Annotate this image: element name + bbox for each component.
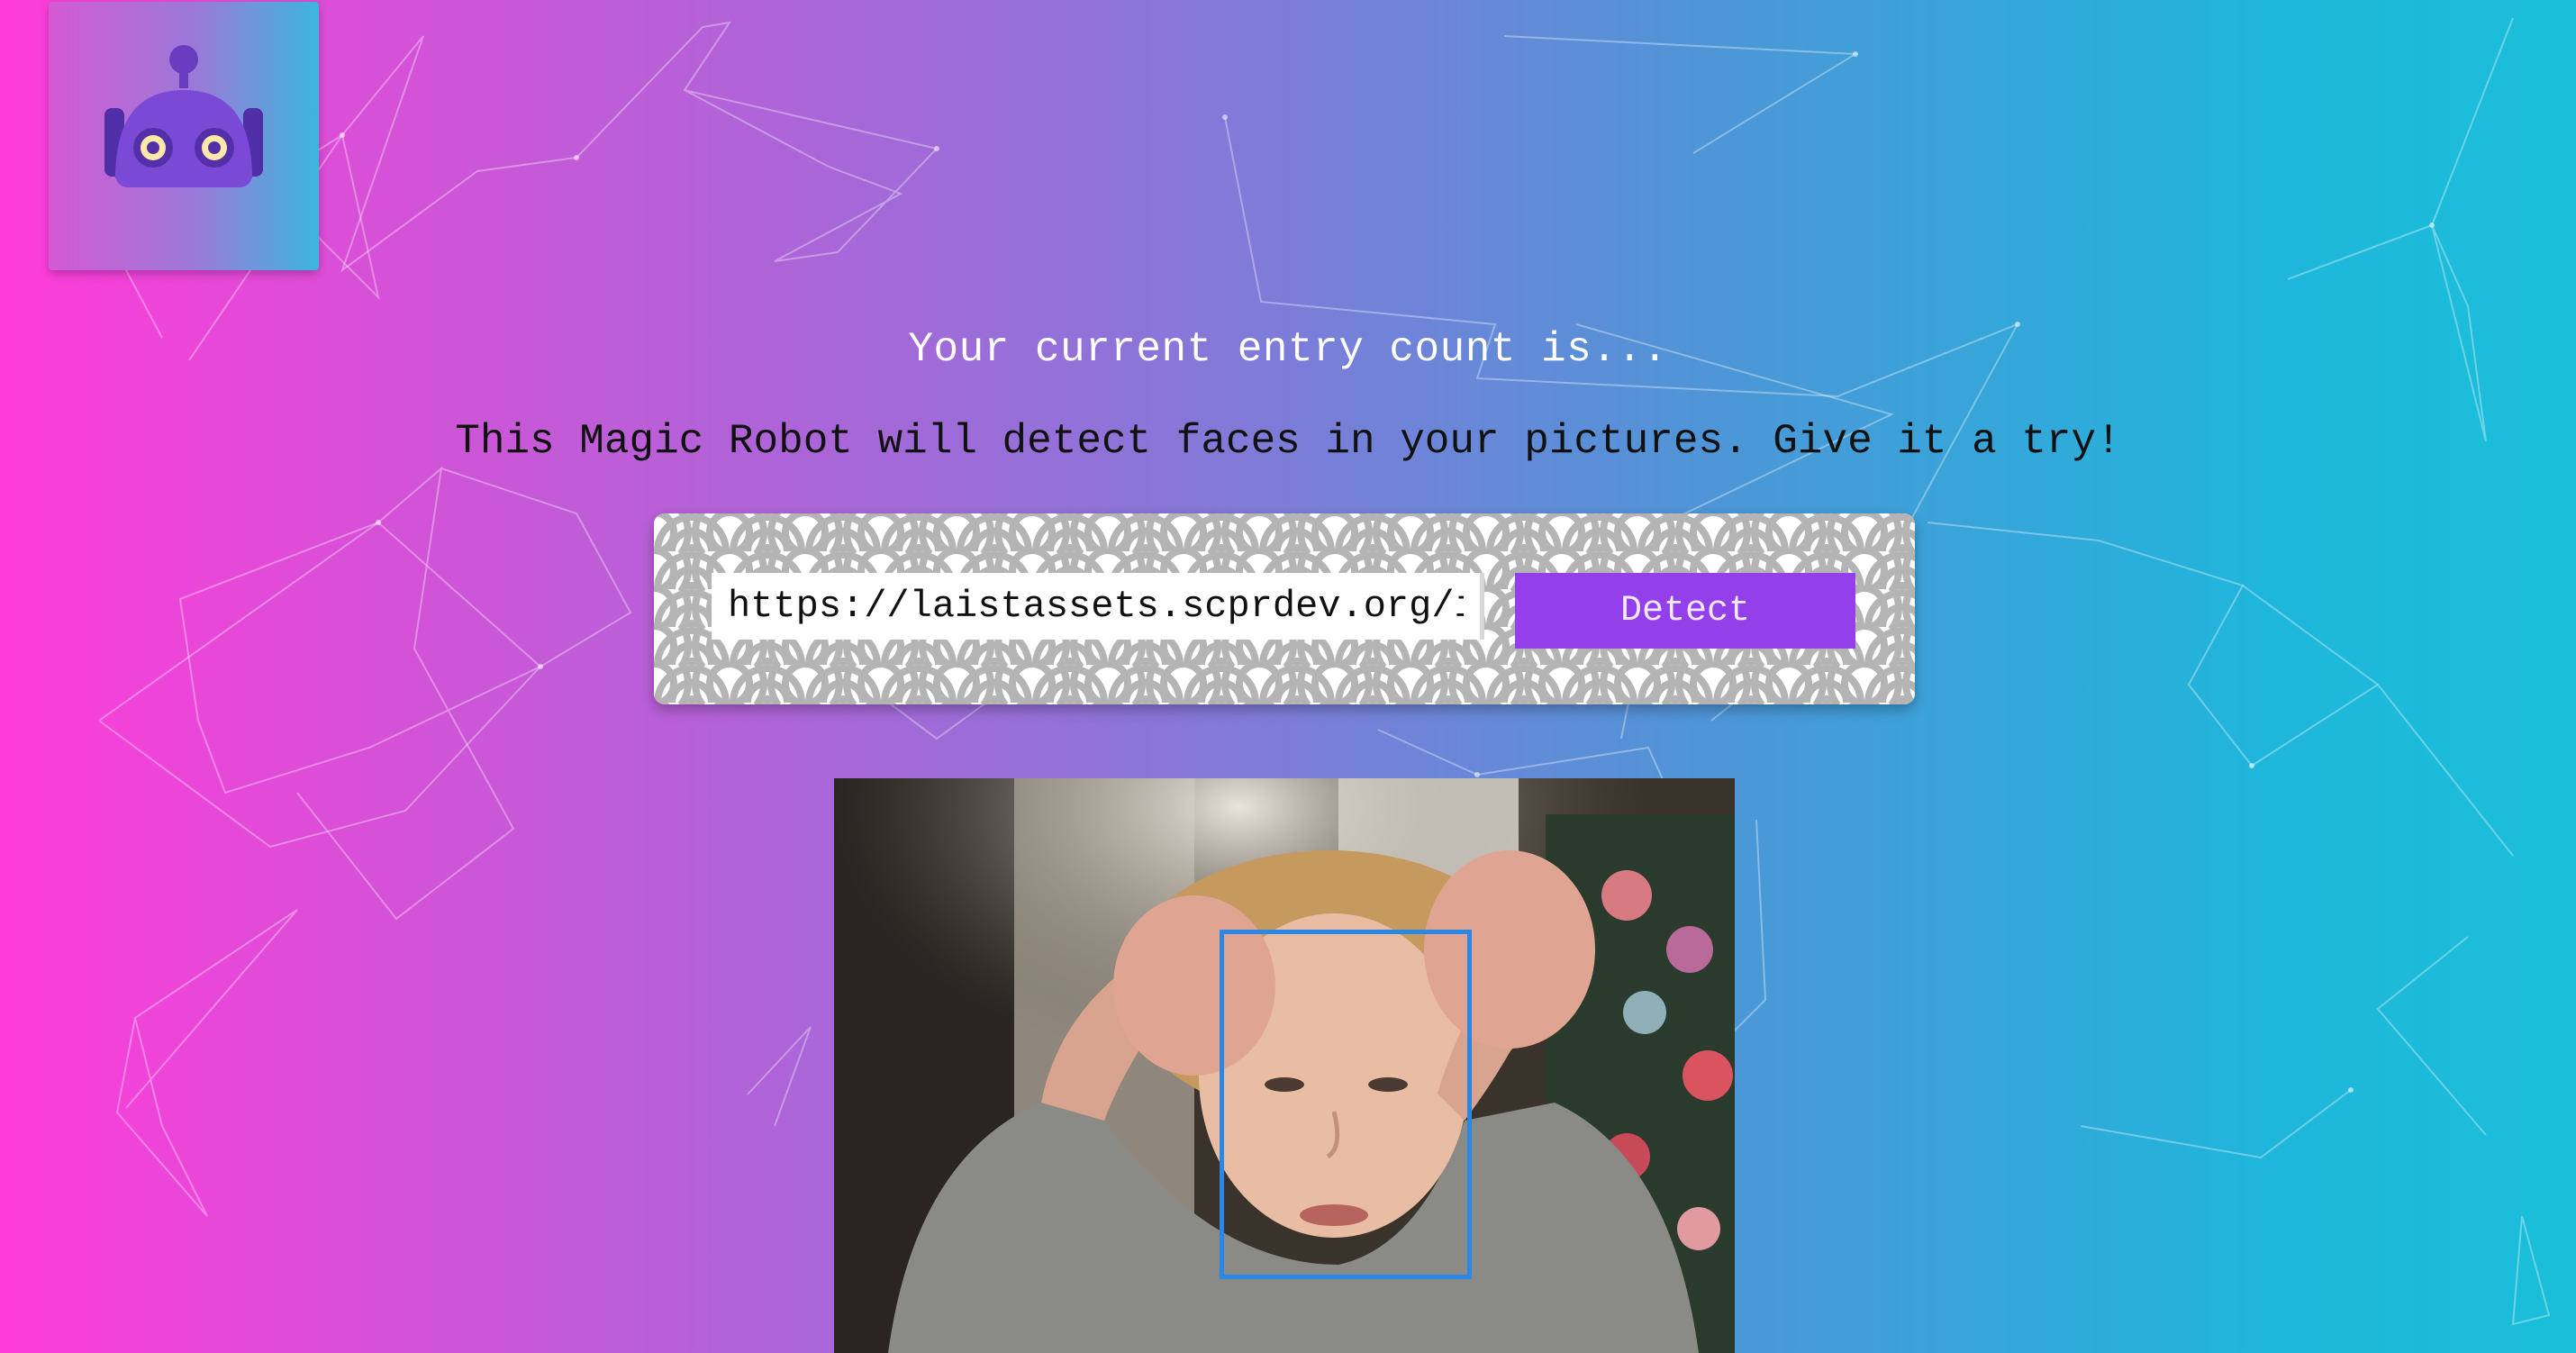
image-url-input[interactable]	[712, 573, 1484, 640]
logo-card[interactable]	[49, 2, 319, 270]
tagline: This Magic Robot will detect faces in yo…	[455, 418, 2121, 465]
robot-icon	[104, 45, 263, 187]
detect-form: Detect	[654, 513, 1915, 704]
detect-button[interactable]: Detect	[1515, 573, 1855, 649]
result-photo	[834, 778, 1735, 1353]
face-detection-box	[1220, 930, 1472, 1279]
entry-count-text: Your current entry count is...	[908, 326, 1668, 373]
